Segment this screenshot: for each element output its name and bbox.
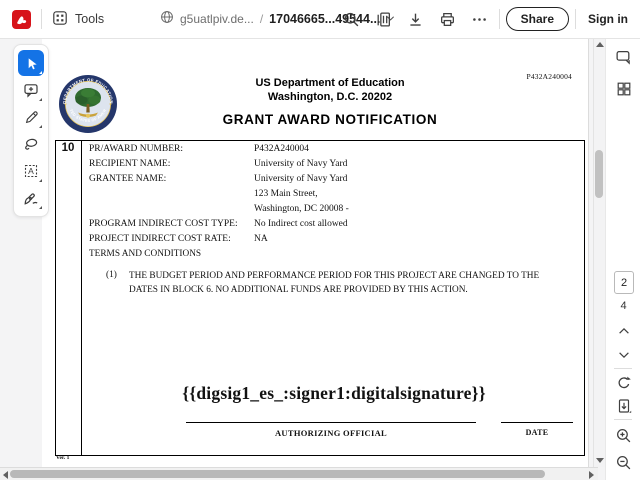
more-options-icon[interactable]	[467, 6, 493, 32]
date-line	[501, 422, 573, 423]
sign-in-button[interactable]: Sign in	[582, 12, 634, 26]
field-row: PR/AWARD NUMBER: P432A240004	[89, 144, 578, 158]
field-row: PROJECT INDIRECT COST RATE: NA	[89, 234, 578, 248]
zoom-in-icon[interactable]	[606, 424, 640, 446]
field-row: RECIPIENT NAME: University of Navy Yard	[89, 159, 578, 173]
toolbar-divider	[575, 9, 576, 29]
next-page-button[interactable]	[606, 344, 640, 366]
agency-address: Washington, D.C. 20202	[267, 91, 393, 103]
field-row: GRANTEE NAME: University of Navy Yard	[89, 174, 578, 188]
fit-page-icon[interactable]	[606, 395, 640, 417]
field-value: P432A240004	[254, 144, 309, 154]
scroll-right-arrow[interactable]	[589, 471, 594, 479]
agency-header: US Department of Education Washington, D…	[42, 76, 588, 104]
rotate-page-icon[interactable]	[606, 372, 640, 394]
field-value: No Indirect cost allowed	[254, 219, 348, 229]
add-text-box-tool-button[interactable]: A	[18, 158, 44, 184]
scroll-up-arrow[interactable]	[596, 42, 604, 47]
field-label: GRANTEE NAME:	[89, 174, 167, 184]
submenu-indicator	[39, 71, 42, 74]
select-tool-button[interactable]	[18, 50, 44, 76]
digital-signature-placeholder: {{digsig1_es_:signer1:digitalsignature}}	[182, 383, 486, 403]
block-cell-divider	[81, 141, 82, 455]
document-title: GRANT AWARD NOTIFICATION	[222, 112, 438, 127]
version-label: Ver. 1	[56, 455, 70, 461]
breadcrumb-separator: /	[259, 12, 264, 26]
comments-panel-icon[interactable]	[606, 46, 640, 68]
submenu-indicator	[39, 98, 42, 101]
panel-divider	[614, 368, 632, 369]
annotation-tool-palette: A	[13, 44, 49, 217]
previous-page-button[interactable]	[606, 320, 640, 342]
tools-grid-icon	[52, 10, 68, 29]
authorizing-official-label: AUTHORIZING OFFICIAL	[274, 428, 388, 438]
panel-divider	[614, 419, 632, 420]
acrobat-window: Tools g5uatlpiv.de... / 17046665...49544…	[0, 0, 640, 480]
block-number: 10	[61, 142, 75, 154]
draw-pencil-tool-button[interactable]	[18, 104, 44, 130]
horizontal-scrollbar-thumb[interactable]	[10, 470, 545, 478]
field-value: NA	[254, 234, 268, 244]
pdf-page: DEPARTMENT OF EDUCATION UNITED STATES OF…	[42, 38, 589, 467]
submenu-indicator	[39, 206, 42, 209]
top-toolbar: Tools g5uatlpiv.de... / 17046665...49544…	[0, 0, 640, 39]
fill-sign-tool-button[interactable]	[18, 185, 44, 211]
vertical-scrollbar-thumb[interactable]	[595, 150, 603, 198]
field-row: 123 Main Street,	[89, 189, 578, 203]
scroll-down-arrow[interactable]	[596, 458, 604, 463]
download-icon[interactable]	[403, 6, 429, 32]
submenu-indicator	[39, 125, 42, 128]
terms-heading: TERMS AND CONDITIONS	[89, 249, 202, 259]
page-view-icon[interactable]	[371, 6, 397, 32]
field-value: 123 Main Street,	[254, 189, 318, 199]
toolbar-divider	[498, 9, 500, 29]
submenu-indicator	[39, 179, 42, 182]
current-page-input[interactable]: 2	[614, 271, 634, 294]
grant-form-box: 10 PR/AWARD NUMBER: P432A240004 RECIPIEN…	[55, 140, 585, 456]
field-label: PROJECT INDIRECT COST RATE:	[89, 234, 231, 244]
globe-icon	[160, 10, 174, 29]
search-icon[interactable]	[339, 6, 365, 32]
scroll-left-arrow[interactable]	[3, 471, 8, 479]
tools-button[interactable]: Tools	[52, 10, 104, 29]
terms-item-text: THE BUDGET PERIOD AND PERFORMANCE PERIOD…	[129, 271, 540, 295]
right-side-panel: 2 4	[605, 38, 640, 480]
terms-item-number: (1)	[106, 270, 117, 280]
field-row: PROGRAM INDIRECT COST TYPE: No Indirect …	[89, 219, 578, 233]
text-box-glyph: A	[28, 166, 34, 176]
agency-name: US Department of Education	[255, 77, 405, 89]
date-label: DATE	[525, 428, 549, 437]
acrobat-logo-icon[interactable]	[12, 9, 31, 29]
lasso-erase-tool-button[interactable]	[18, 131, 44, 157]
total-pages-label: 4	[620, 300, 627, 312]
field-label: PROGRAM INDIRECT COST TYPE:	[89, 219, 238, 229]
print-icon[interactable]	[435, 6, 461, 32]
field-value: University of Navy Yard	[254, 174, 348, 184]
field-label: RECIPIENT NAME:	[89, 159, 171, 169]
signature-line	[186, 422, 476, 423]
breadcrumb-site: g5uatlpiv.de...	[180, 12, 254, 26]
tools-label: Tools	[75, 12, 105, 26]
page-thumbnails-icon[interactable]	[606, 78, 640, 100]
horizontal-scrollbar[interactable]	[0, 467, 598, 480]
comment-tool-button[interactable]	[18, 77, 44, 103]
toolbar-divider	[41, 9, 42, 29]
field-label: PR/AWARD NUMBER:	[89, 144, 183, 154]
zoom-out-icon[interactable]	[606, 451, 640, 473]
share-button[interactable]: Share	[505, 7, 569, 31]
field-value: University of Navy Yard	[254, 159, 348, 169]
field-value: Washington, DC 20008 -	[254, 204, 349, 214]
field-row: Washington, DC 20008 -	[89, 204, 578, 218]
